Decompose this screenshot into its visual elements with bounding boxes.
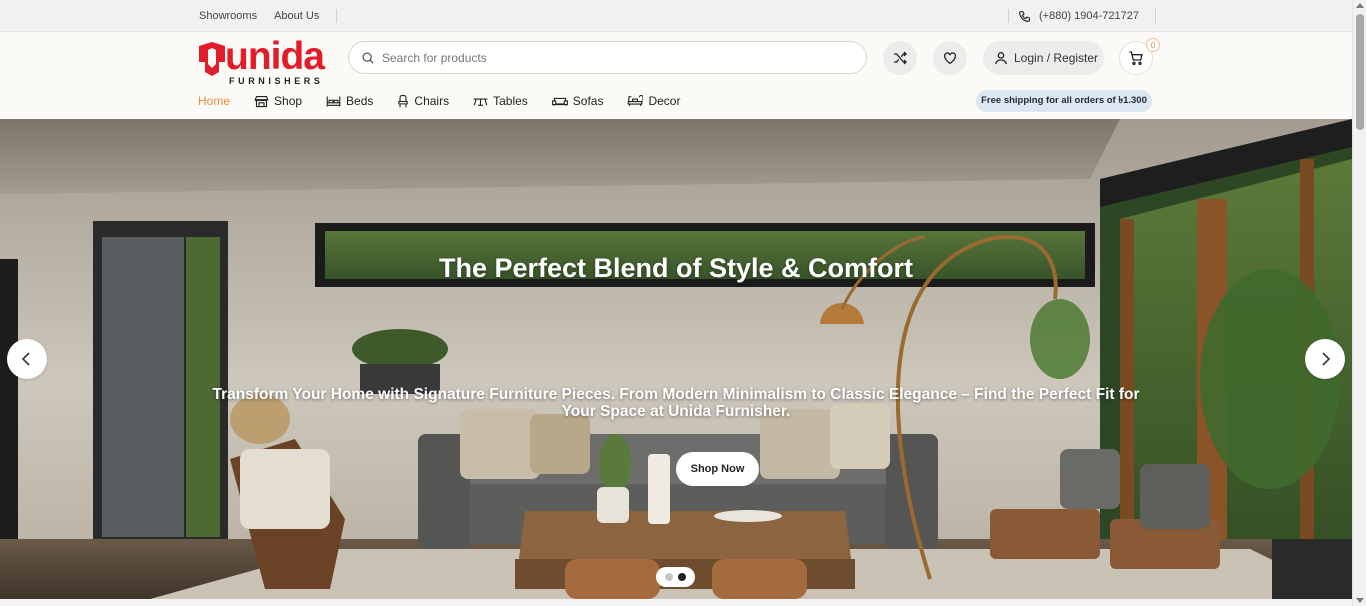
search-icon[interactable] [361, 51, 375, 65]
nav-item-tables[interactable]: Tables [473, 94, 528, 108]
nav-item-sofas[interactable]: Sofas [551, 94, 604, 108]
phone-number[interactable]: (+880) 1904-721727 [1039, 10, 1139, 22]
divider [1155, 9, 1156, 23]
nav-item-label: Home [198, 94, 231, 108]
page-scrollbar[interactable] [1352, 0, 1366, 606]
chevron-left-icon [21, 352, 30, 366]
nav-item-label: Chairs [414, 94, 450, 108]
top-bar: Showrooms About Us (+880) 1904-721727 [0, 0, 1352, 32]
nav-item-home[interactable]: Home [198, 94, 230, 108]
page-bottom-edge [0, 599, 1352, 606]
shop-icon [254, 95, 269, 107]
hero-slider: The Perfect Blend of Style & Comfort Tra… [0, 119, 1352, 599]
heart-icon [944, 52, 956, 65]
brand-name: unida [225, 35, 325, 78]
chair-icon [398, 94, 409, 107]
scroll-down-arrow[interactable] [1356, 598, 1364, 603]
shuffle-icon [894, 51, 907, 65]
phone-icon [1019, 10, 1030, 22]
nav-item-chairs[interactable]: Chairs [397, 94, 449, 108]
brand-tagline: FURNISHERS [229, 76, 324, 86]
cart-icon [1129, 51, 1143, 65]
cart-count-badge: 0 [1146, 38, 1160, 52]
main-nav: Home Shop Beds Chairs Tables Sofas Decor [198, 91, 704, 111]
nav-item-label: Sofas [572, 94, 604, 108]
nav-item-label: Tables [493, 94, 528, 108]
top-bar-contact: (+880) 1904-721727 [1008, 0, 1156, 32]
slider-next-button[interactable] [1305, 339, 1345, 379]
bed-icon [326, 96, 341, 106]
sofa-icon [551, 97, 568, 106]
search-bar [348, 41, 867, 74]
slide-dot-2[interactable] [678, 573, 686, 581]
hero-title: The Perfect Blend of Style & Comfort [438, 253, 914, 283]
hero-background-image [0, 119, 1352, 599]
login-label: Login / Register [1014, 51, 1099, 65]
table-icon [473, 97, 488, 106]
divider [336, 9, 338, 23]
nav-item-beds[interactable]: Beds [326, 94, 373, 108]
showrooms-link[interactable]: Showrooms [199, 10, 257, 22]
about-us-link[interactable]: About Us [274, 10, 319, 22]
site-header: unida FURNISHERS Login / Register 0 Home… [0, 32, 1352, 119]
user-icon [995, 52, 1007, 65]
divider [1008, 9, 1009, 23]
nav-item-decor[interactable]: Decor [627, 94, 680, 108]
compare-button[interactable] [883, 41, 917, 75]
slide-dot-1[interactable] [665, 573, 673, 581]
chevron-right-icon [1322, 352, 1331, 366]
nav-item-label: Shop [274, 94, 303, 108]
nav-item-shop[interactable]: Shop [254, 94, 302, 108]
decor-icon [628, 95, 644, 106]
search-input[interactable] [382, 50, 842, 65]
login-register-button[interactable]: Login / Register [983, 41, 1104, 75]
wishlist-button[interactable] [933, 41, 967, 75]
slider-prev-button[interactable] [7, 339, 47, 379]
brand-logo[interactable]: unida FURNISHERS [199, 35, 335, 86]
cart-button[interactable]: 0 [1119, 38, 1160, 75]
slider-pagination [656, 567, 695, 587]
free-shipping-badge: Free shipping for all orders of ৳1.300 [976, 90, 1152, 112]
top-bar-links: Showrooms About Us [199, 0, 338, 32]
logo-mark-icon [199, 42, 225, 76]
scroll-up-arrow[interactable] [1356, 3, 1364, 8]
hero-subtitle: Transform Your Home with Signature Furni… [212, 386, 1140, 420]
nav-item-label: Decor [648, 94, 681, 108]
nav-item-label: Beds [346, 94, 374, 108]
scrollbar-thumb[interactable] [1356, 14, 1364, 130]
shop-now-button[interactable]: Shop Now [676, 452, 759, 486]
